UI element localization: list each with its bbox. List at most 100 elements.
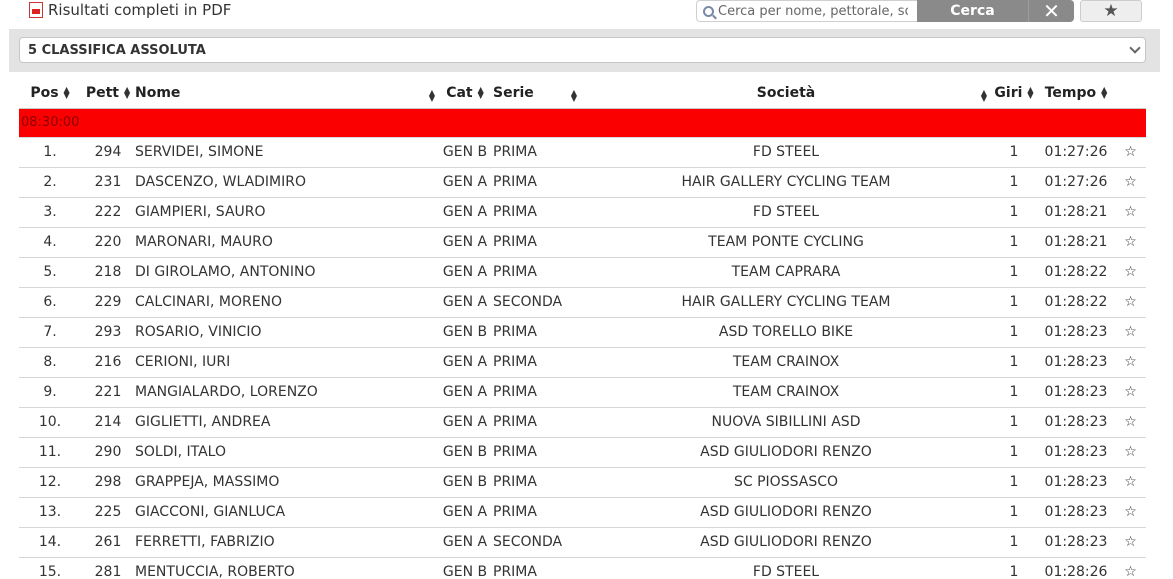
cell-pos: 2. — [19, 167, 81, 198]
toolbar: Risultati completi in PDF Cerca ✕ ★ — [0, 0, 1173, 24]
cell-pos: 8. — [19, 347, 81, 378]
favorites-button[interactable]: ★ — [1080, 0, 1142, 22]
cell-cat: GEN A — [439, 197, 491, 228]
table-row[interactable]: 13. 225 GIACCONI, GIANLUCA GEN A PRIMA ASD GI… — [19, 497, 1146, 528]
chevron-down-icon — [1129, 42, 1141, 54]
pdf-results-link[interactable]: Risultati completi in PDF — [29, 0, 231, 20]
col-header-societa[interactable]: Società ▲ ▼ — [581, 79, 991, 109]
cell-pos: 13. — [19, 497, 81, 528]
col-header-tempo[interactable]: Tempo ▲ ▼ — [1037, 79, 1115, 109]
cell-pos: 14. — [19, 527, 81, 558]
cell-nome: DI GIROLAMO, ANTONINO — [135, 257, 439, 288]
race-select[interactable]: 5 CLASSIFICA ASSOLUTA — [19, 37, 1146, 63]
cell-tempo: 01:28:23 — [1037, 317, 1115, 348]
favorite-star-icon[interactable]: ☆ — [1115, 527, 1146, 558]
favorite-star-icon[interactable]: ☆ — [1115, 317, 1146, 348]
favorite-star-icon[interactable]: ☆ — [1115, 407, 1146, 438]
sort-icon: ▲ ▼ — [1027, 85, 1034, 101]
cell-societa: FD STEEL — [581, 197, 991, 228]
cell-cat: GEN A — [439, 287, 491, 318]
table-row[interactable]: 3. 222 GIAMPIERI, SAURO GEN A PRIMA FD STEEL 1… — [19, 197, 1146, 228]
favorite-star-icon[interactable]: ☆ — [1115, 377, 1146, 408]
cell-tempo: 01:28:26 — [1037, 557, 1115, 579]
cell-tempo: 01:28:23 — [1037, 377, 1115, 408]
cell-giri: 1 — [991, 437, 1037, 468]
table-row[interactable]: 6. 229 CALCINARI, MORENO GEN A SECONDA HAIR G… — [19, 287, 1146, 318]
table-row[interactable]: 2. 231 DASCENZO, WLADIMIRO GEN A PRIMA HAIR G… — [19, 167, 1146, 198]
cell-serie: PRIMA — [491, 437, 581, 468]
table-header-row: Pos ▲ ▼ Pett ▲ ▼ Nome ▲ ▼ Cat ▲ ▼ Serie ▲ ▼ Societ… — [19, 79, 1146, 109]
cell-giri: 1 — [991, 377, 1037, 408]
favorite-star-icon[interactable]: ☆ — [1115, 257, 1146, 288]
table-row[interactable]: 10. 214 GIGLIETTI, ANDREA GEN A PRIMA NUOVA S… — [19, 407, 1146, 438]
sort-icon: ▲ ▼ — [428, 88, 435, 103]
cell-tempo: 01:28:23 — [1037, 347, 1115, 378]
cell-nome: MENTUCCIA, ROBERTO — [135, 557, 439, 579]
favorite-star-icon[interactable]: ☆ — [1115, 287, 1146, 318]
cell-pos: 1. — [19, 137, 81, 168]
cell-nome: MANGIALARDO, LORENZO — [135, 377, 439, 408]
cell-societa: ASD GIULIODORI RENZO — [581, 437, 991, 468]
table-row[interactable]: 8. 216 CERIONI, IURI GEN A PRIMA TEAM CRAINOX… — [19, 347, 1146, 378]
search-button[interactable]: Cerca — [917, 0, 1028, 22]
favorite-star-icon[interactable]: ☆ — [1115, 557, 1146, 579]
favorite-star-icon[interactable]: ☆ — [1115, 437, 1146, 468]
cell-giri: 1 — [991, 287, 1037, 318]
cell-pett: 294 — [81, 137, 135, 168]
cell-tempo: 01:27:26 — [1037, 137, 1115, 168]
clear-search-button[interactable]: ✕ — [1028, 0, 1074, 23]
cell-cat: GEN A — [439, 497, 491, 528]
cell-pett: 216 — [81, 347, 135, 378]
col-header-serie-label: Serie — [493, 85, 534, 102]
cell-serie: PRIMA — [491, 227, 581, 258]
cell-giri: 1 — [991, 497, 1037, 528]
table-row[interactable]: 7. 293 ROSARIO, VINICIO GEN B PRIMA ASD TOREL… — [19, 317, 1146, 348]
col-header-pos[interactable]: Pos ▲ ▼ — [19, 79, 81, 109]
sort-icon: ▲ ▼ — [477, 85, 484, 101]
favorite-star-icon[interactable]: ☆ — [1115, 197, 1146, 228]
cell-giri: 1 — [991, 167, 1037, 198]
sort-icon: ▲ ▼ — [1101, 85, 1108, 101]
table-row[interactable]: 11. 290 SOLDI, ITALO GEN B PRIMA ASD GIULIODO… — [19, 437, 1146, 468]
start-time-label: 08:30:00 — [19, 108, 1146, 138]
table-row[interactable]: 12. 298 GRAPPEJA, MASSIMO GEN B PRIMA SC PIOS… — [19, 467, 1146, 498]
favorite-star-icon[interactable]: ☆ — [1115, 347, 1146, 378]
col-header-giri[interactable]: Giri ▲ ▼ — [991, 79, 1037, 109]
col-header-serie[interactable]: Serie ▲ ▼ — [491, 79, 581, 109]
cell-cat: GEN A — [439, 227, 491, 258]
table-row[interactable]: 1. 294 SERVIDEI, SIMONE GEN B PRIMA FD STEEL 1… — [19, 137, 1146, 168]
cell-pos: 15. — [19, 557, 81, 579]
cell-cat: GEN B — [439, 557, 491, 579]
col-header-cat[interactable]: Cat ▲ ▼ — [439, 79, 491, 109]
cell-cat: GEN A — [439, 257, 491, 288]
favorite-star-icon[interactable]: ☆ — [1115, 227, 1146, 258]
cell-serie: PRIMA — [491, 347, 581, 378]
favorite-star-icon[interactable]: ☆ — [1115, 467, 1146, 498]
cell-nome: GIACCONI, GIANLUCA — [135, 497, 439, 528]
search-input[interactable] — [718, 3, 908, 19]
table-row[interactable]: 4. 220 MARONARI, MAURO GEN A PRIMA TEAM PONTE… — [19, 227, 1146, 258]
favorite-star-icon[interactable]: ☆ — [1115, 167, 1146, 198]
col-header-pett[interactable]: Pett ▲ ▼ — [81, 79, 135, 109]
col-header-nome[interactable]: Nome ▲ ▼ — [135, 79, 439, 109]
sort-icon: ▲ ▼ — [63, 85, 70, 101]
cell-pett: 229 — [81, 287, 135, 318]
sort-icon: ▲ ▼ — [123, 85, 131, 101]
cell-nome: GIGLIETTI, ANDREA — [135, 407, 439, 438]
sort-icon: ▲ ▼ — [570, 88, 577, 103]
cell-societa: TEAM CRAINOX — [581, 347, 991, 378]
cell-pett: 261 — [81, 527, 135, 558]
cell-serie: PRIMA — [491, 557, 581, 579]
table-row[interactable]: 14. 261 FERRETTI, FABRIZIO GEN A SECONDA ASD … — [19, 527, 1146, 558]
table-row[interactable]: 15. 281 MENTUCCIA, ROBERTO GEN B PRIMA FD STE… — [19, 557, 1146, 579]
favorite-star-icon[interactable]: ☆ — [1115, 137, 1146, 168]
cell-serie: PRIMA — [491, 467, 581, 498]
cell-serie: SECONDA — [491, 527, 581, 558]
favorite-star-icon[interactable]: ☆ — [1115, 497, 1146, 528]
cell-tempo: 01:28:22 — [1037, 257, 1115, 288]
cell-cat: GEN B — [439, 317, 491, 348]
pdf-link-label: Risultati completi in PDF — [48, 1, 232, 19]
table-row[interactable]: 5. 218 DI GIROLAMO, ANTONINO GEN A PRIMA TEAM… — [19, 257, 1146, 288]
col-header-tempo-label: Tempo — [1044, 85, 1097, 102]
table-row[interactable]: 9. 221 MANGIALARDO, LORENZO GEN A PRIMA TEAM … — [19, 377, 1146, 408]
